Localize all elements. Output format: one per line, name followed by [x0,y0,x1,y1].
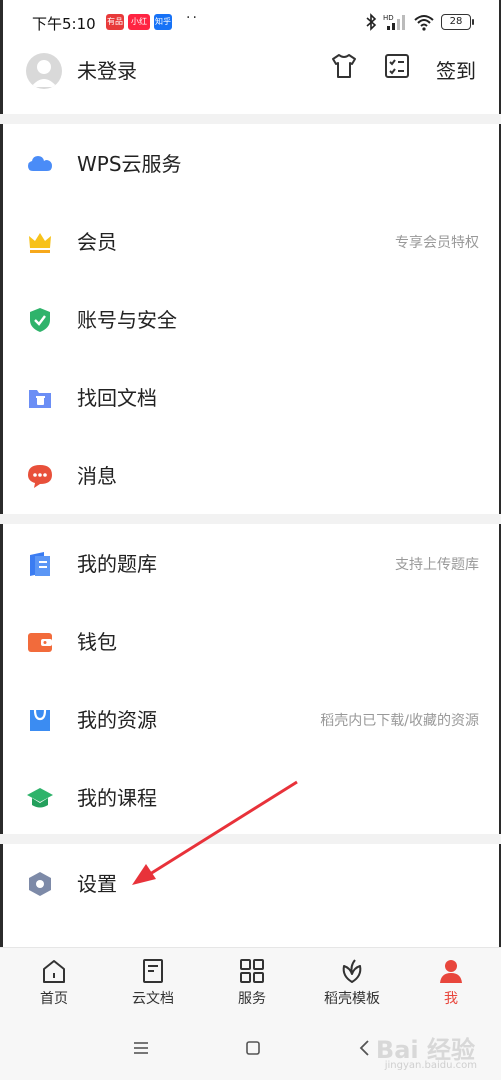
tab-home[interactable]: 首页 [4,948,104,1020]
home-icon [43,960,65,983]
tab-me[interactable]: 我 [401,948,501,1020]
back-chevron-icon[interactable] [358,1039,370,1057]
user-icon [440,960,462,983]
tab-services[interactable]: 服务 [202,948,302,1020]
grid-icon [240,959,264,983]
leaf-icon [342,959,362,983]
bottom-tab-bar: 首页 云文档 服务 稻壳模板 我 [0,947,501,1020]
tab-docer-templates[interactable]: 稻壳模板 [302,948,402,1020]
annotation-arrow [132,780,298,885]
tab-label: 我 [444,991,458,1007]
watermark-sub: jingyan.baidu.com [384,1060,477,1071]
tab-label: 服务 [238,991,266,1007]
tab-label: 首页 [40,991,68,1007]
cloud-doc-icon [143,959,163,983]
tab-label: 云文档 [132,991,174,1007]
tab-label: 稻壳模板 [324,991,380,1007]
tab-cloud-docs[interactable]: 云文档 [103,948,203,1020]
home-square-icon[interactable] [245,1040,261,1056]
menu-icon[interactable] [133,1041,149,1055]
